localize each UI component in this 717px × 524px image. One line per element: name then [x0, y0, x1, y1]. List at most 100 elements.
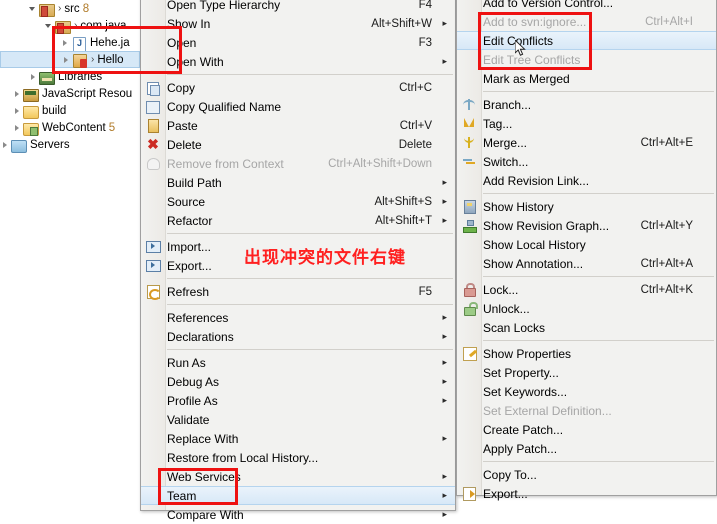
- submenu-arrow-icon: ▸: [442, 357, 447, 367]
- package-icon: [55, 19, 71, 34]
- menu-item[interactable]: Show In Alt+Shift+W ▸: [141, 14, 455, 33]
- menu-item-label: Web Services: [167, 469, 241, 484]
- menu-item[interactable]: Copy Qualified Name: [141, 97, 455, 116]
- menu-item[interactable]: Edit Conflicts: [457, 31, 716, 50]
- menu-item[interactable]: Copy Ctrl+C: [141, 78, 455, 97]
- menu-item-label: Unlock...: [483, 301, 530, 316]
- menu-item-label: Run As: [167, 355, 206, 370]
- menu-item[interactable]: Debug As ▸: [141, 372, 455, 391]
- menu-item[interactable]: Switch...: [457, 152, 716, 171]
- twisty-collapsed-icon[interactable]: [12, 105, 23, 116]
- menu-item[interactable]: Unlock...: [457, 299, 716, 318]
- tree-item[interactable]: Libraries: [0, 68, 140, 85]
- menu-item[interactable]: ✖ Delete Delete: [141, 135, 455, 154]
- submenu-arrow-icon: ▸: [442, 312, 447, 322]
- menu-item[interactable]: Build Path ▸: [141, 173, 455, 192]
- menu-item-label: Edit Tree Conflicts: [483, 52, 581, 67]
- menu-item[interactable]: Validate: [141, 410, 455, 429]
- twisty-collapsed-icon[interactable]: [0, 139, 11, 150]
- tree-item[interactable]: › src 8: [0, 0, 140, 17]
- menu-item[interactable]: Apply Patch...: [457, 439, 716, 458]
- menu-item[interactable]: Compare With ▸: [141, 505, 455, 524]
- menu-item[interactable]: Open F3: [141, 33, 455, 52]
- menu-item[interactable]: Show Revision Graph... Ctrl+Alt+Y: [457, 216, 716, 235]
- menu-item[interactable]: Run As ▸: [141, 353, 455, 372]
- tree-item-chevron-icon: ›: [74, 20, 78, 31]
- tree-item-count: 5: [108, 121, 116, 134]
- revision-graph-icon: [461, 218, 477, 233]
- menu-item[interactable]: Profile As ▸: [141, 391, 455, 410]
- submenu-arrow-icon: ▸: [442, 177, 447, 187]
- menu-separator: [457, 337, 716, 344]
- menu-item-label: Show In: [167, 16, 211, 31]
- menu-separator: [141, 301, 455, 308]
- menu-item[interactable]: Paste Ctrl+V: [141, 116, 455, 135]
- twisty-expanded-icon[interactable]: [28, 3, 39, 14]
- menu-item-label: Lock...: [483, 282, 519, 297]
- menu-item[interactable]: Replace With ▸: [141, 429, 455, 448]
- twisty-collapsed-icon[interactable]: [61, 54, 72, 65]
- menu-item[interactable]: Refresh F5: [141, 282, 455, 301]
- menu-item[interactable]: Restore from Local History...: [141, 448, 455, 467]
- annotation-note: 出现冲突的文件右键: [244, 248, 406, 268]
- menu-item[interactable]: Web Services ▸: [141, 467, 455, 486]
- menu-item[interactable]: Export...: [457, 484, 716, 503]
- tree-item-label: WebContent: [42, 121, 106, 134]
- twisty-expanded-icon[interactable]: [44, 20, 55, 31]
- menu-item-label: Copy To...: [483, 467, 537, 482]
- tree-item[interactable]: JavaScript Resou: [0, 85, 140, 102]
- menu-separator: [141, 275, 455, 282]
- menu-item[interactable]: Set Property...: [457, 363, 716, 382]
- menu-item[interactable]: Declarations ▸: [141, 327, 455, 346]
- menu-item-label: Switch...: [483, 154, 529, 169]
- tree-item[interactable]: Hehe.ja: [0, 34, 140, 52]
- menu-item[interactable]: Show Properties: [457, 344, 716, 363]
- twisty-collapsed-icon[interactable]: [12, 88, 23, 99]
- merge-icon: [461, 135, 477, 150]
- menu-item[interactable]: Show Annotation... Ctrl+Alt+A: [457, 254, 716, 273]
- menu-item[interactable]: References ▸: [141, 308, 455, 327]
- twisty-collapsed-icon[interactable]: [12, 122, 23, 133]
- tree-item[interactable]: › com.java: [0, 17, 140, 34]
- menu-item-label: Restore from Local History...: [167, 450, 319, 465]
- menu-item[interactable]: Create Patch...: [457, 420, 716, 439]
- menu-item-label: Copy: [167, 80, 196, 95]
- menu-item[interactable]: Scan Locks: [457, 318, 716, 337]
- package-explorer-tree[interactable]: ›src8›com.javaHehe.ja›HelloLibrariesJava…: [0, 0, 140, 511]
- menu-item[interactable]: Add Revision Link...: [457, 171, 716, 190]
- menu-item[interactable]: Add to Version Control...: [457, 0, 716, 12]
- menu-item[interactable]: Lock... Ctrl+Alt+K: [457, 280, 716, 299]
- menu-item[interactable]: Mark as Merged: [457, 69, 716, 88]
- menu-item[interactable]: Show History: [457, 197, 716, 216]
- menu-item[interactable]: Merge... Ctrl+Alt+E: [457, 133, 716, 152]
- menu-item-shortcut: Ctrl+Alt+E: [640, 136, 693, 149]
- menu-item[interactable]: Source Alt+Shift+S ▸: [141, 192, 455, 211]
- submenu-arrow-icon: ▸: [442, 395, 447, 405]
- menu-item[interactable]: Show Local History: [457, 235, 716, 254]
- menu-item[interactable]: Refactor Alt+Shift+T ▸: [141, 211, 455, 230]
- twisty-collapsed-icon[interactable]: [60, 37, 71, 48]
- menu-item-shortcut: Ctrl+Alt+A: [640, 257, 693, 270]
- menu-item-shortcut: F4: [418, 0, 432, 11]
- tree-item[interactable]: build: [0, 102, 140, 119]
- menu-item[interactable]: Copy To...: [457, 465, 716, 484]
- tree-item-chevron-icon: ›: [58, 3, 62, 14]
- menu-item[interactable]: Tag...: [457, 114, 716, 133]
- tree-item[interactable]: › Hello: [0, 51, 140, 68]
- tree-item[interactable]: Servers: [0, 136, 140, 153]
- submenu-arrow-icon: ▸: [442, 18, 447, 28]
- menu-item[interactable]: Open Type Hierarchy F4: [141, 0, 455, 14]
- tree-item[interactable]: WebContent 5: [0, 119, 140, 136]
- menu-item[interactable]: Team ▸: [141, 486, 455, 505]
- menu-item-label: Open Type Hierarchy: [167, 0, 281, 12]
- refresh-icon: [145, 284, 161, 300]
- menu-separator: [457, 273, 716, 280]
- menu-item[interactable]: Set Keywords...: [457, 382, 716, 401]
- menu-item-label: Refactor: [167, 213, 213, 228]
- menu-item-label: Set External Definition...: [483, 403, 612, 418]
- twisty-collapsed-icon[interactable]: [28, 71, 39, 82]
- menu-item[interactable]: Open With ▸: [141, 52, 455, 71]
- menu-item[interactable]: Branch...: [457, 95, 716, 114]
- team-submenu[interactable]: Add to Version Control... Add to svn:igno…: [456, 0, 717, 501]
- show-history-icon: [461, 199, 477, 214]
